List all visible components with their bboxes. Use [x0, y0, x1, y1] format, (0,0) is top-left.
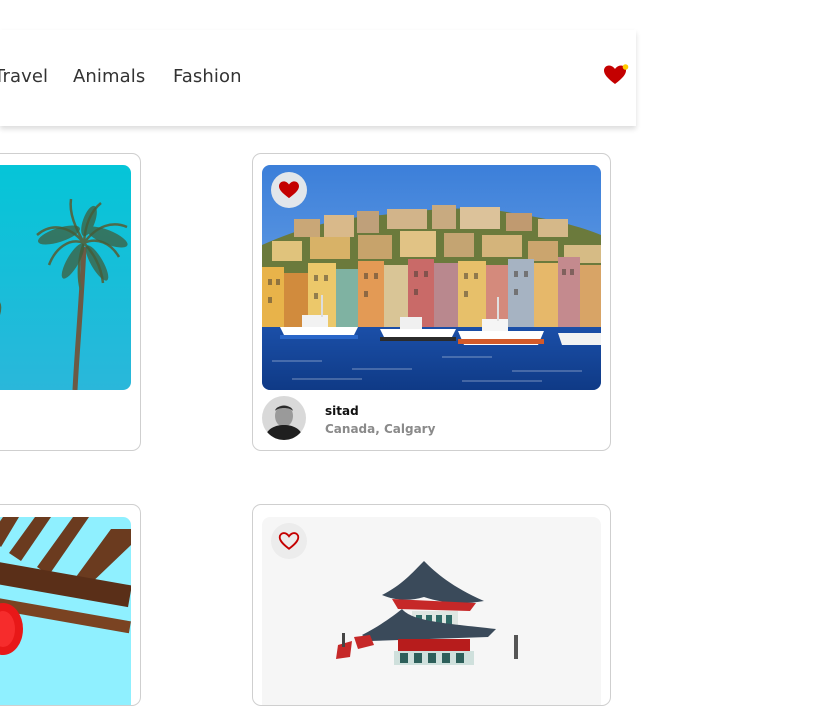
photo-wooden-pergola[interactable]: [0, 517, 131, 705]
photo-pagoda-temple[interactable]: [262, 517, 601, 705]
photo-palm-tree[interactable]: [0, 165, 131, 390]
nav-link-travel[interactable]: Travel: [0, 66, 48, 87]
photo-harbor-town[interactable]: [262, 165, 601, 390]
photo-card[interactable]: sitad Canada, Calgary: [252, 153, 611, 451]
heart-outline-icon: [278, 532, 300, 550]
author-location: Canada, Calgary: [325, 422, 436, 436]
favorites-heart-icon[interactable]: [603, 63, 629, 87]
author-avatar[interactable]: [262, 396, 306, 440]
favorite-button[interactable]: [271, 172, 307, 208]
photo-card[interactable]: [0, 504, 141, 706]
nav-link-animals[interactable]: Animals: [73, 66, 145, 87]
author-name[interactable]: sitad: [325, 404, 359, 418]
top-navbar: Travel Animals Fashion: [0, 30, 636, 126]
nav-link-fashion[interactable]: Fashion: [173, 66, 242, 87]
photo-card[interactable]: [0, 153, 141, 451]
heart-filled-icon: [279, 181, 299, 199]
favorite-button[interactable]: [271, 523, 307, 559]
photo-card[interactable]: [252, 504, 611, 706]
